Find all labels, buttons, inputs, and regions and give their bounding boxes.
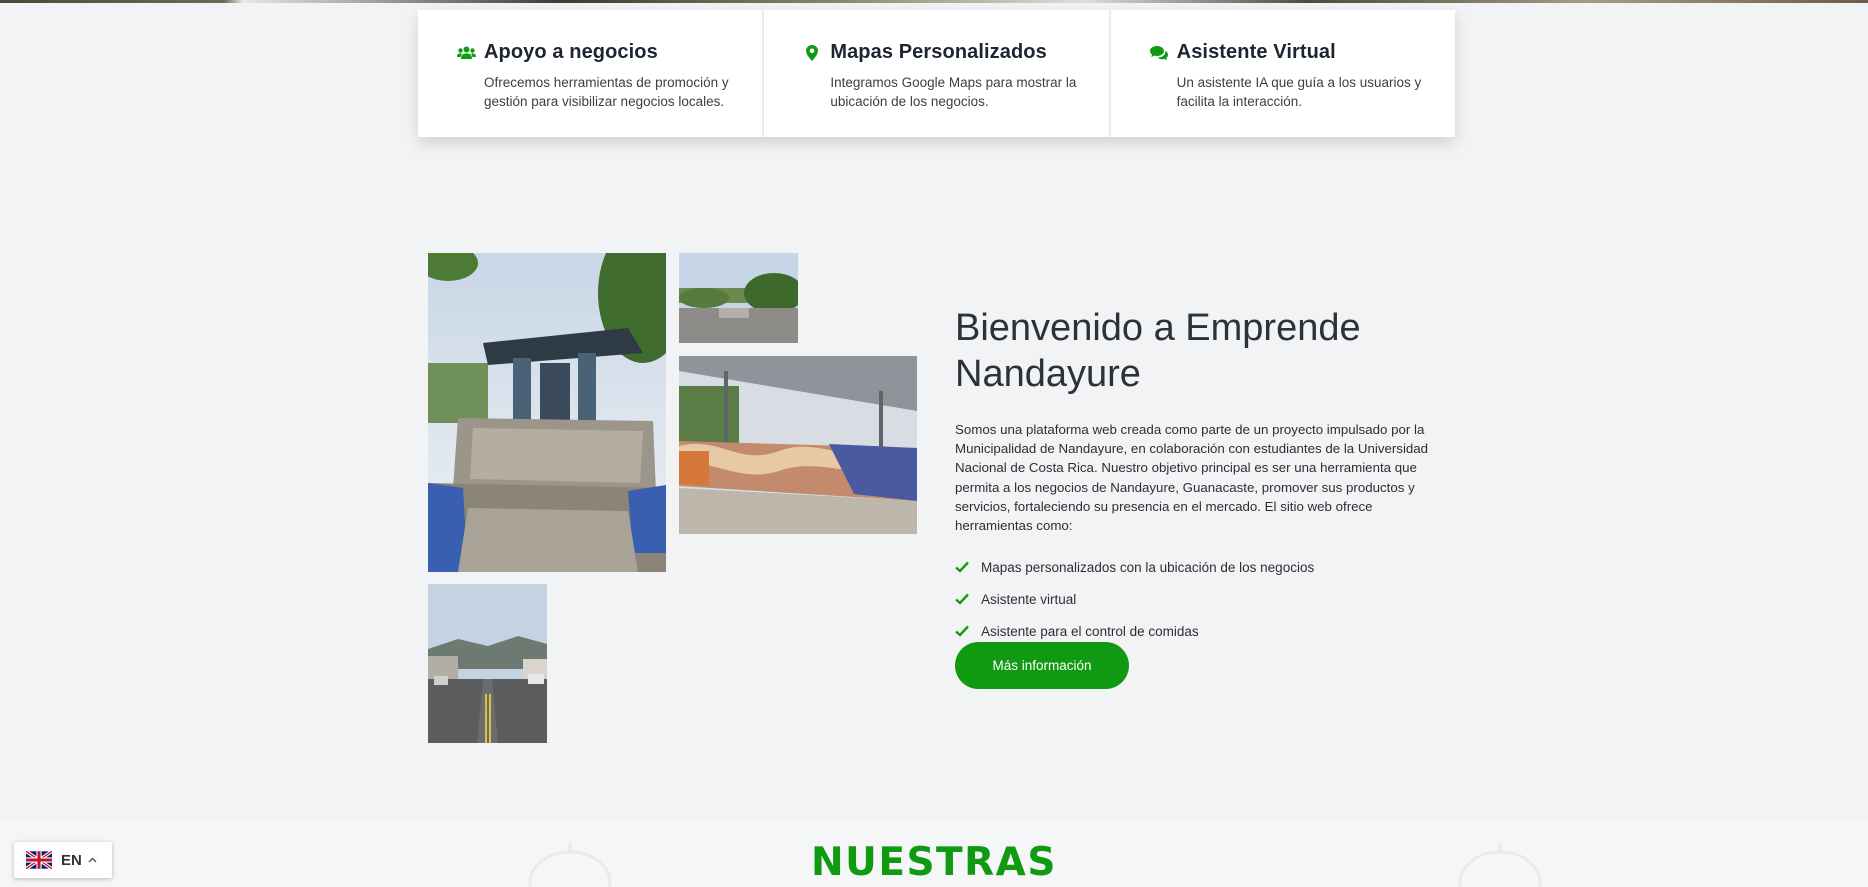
feature-title: Apoyo a negocios [484, 41, 658, 63]
more-info-button[interactable]: Más información [955, 642, 1129, 689]
services-section: NUESTRAS [0, 820, 1868, 887]
section-heading: NUESTRAS [811, 840, 1057, 885]
feature-card-maps: Mapas Personalizados Integramos Google M… [764, 10, 1109, 137]
chevron-up-icon [88, 857, 97, 863]
feature-text: Un asistente IA que guía a los usuarios … [1176, 75, 1422, 109]
welcome-title: Bienvenido a Emprende Nandayure [955, 307, 1361, 395]
language-code: EN [61, 851, 82, 869]
gallery-photo-mural [679, 356, 917, 534]
welcome-description: Somos una plataforma web creada como par… [955, 422, 1429, 534]
feature-card-business: Apoyo a negocios Ofrecemos herramientas … [418, 10, 763, 137]
feature-text: Ofrecemos herramientas de promoción y ge… [484, 75, 729, 109]
feature-card-assistant: Asistente Virtual Un asistente IA que gu… [1110, 10, 1455, 137]
feature-text: Integramos Google Maps para mostrar la u… [830, 75, 1077, 109]
uk-flag-icon [26, 851, 52, 869]
list-item-label: Asistente para el control de comidas [981, 623, 1199, 639]
map-marker-icon [802, 44, 822, 62]
gallery-photo-street [428, 584, 547, 743]
chat-icon [1149, 44, 1169, 62]
welcome-section: Bienvenido a Emprende Nandayure Somos un… [955, 305, 1445, 647]
hero-image-strip [0, 0, 1868, 3]
check-icon [955, 625, 969, 637]
list-item: Asistente virtual [955, 583, 1445, 615]
feature-checklist: Mapas personalizados con la ubicación de… [955, 551, 1445, 647]
list-item-label: Mapas personalizados con la ubicación de… [981, 559, 1315, 575]
feature-title: Mapas Personalizados [830, 41, 1047, 63]
features-bar: Apoyo a negocios Ofrecemos herramientas … [418, 10, 1455, 137]
gallery-photo-plaza [679, 253, 798, 343]
list-item: Mapas personalizados con la ubicación de… [955, 551, 1445, 583]
feature-title: Asistente Virtual [1176, 41, 1336, 63]
language-selector[interactable]: EN [14, 842, 112, 878]
list-item-label: Asistente virtual [981, 591, 1077, 607]
users-icon [456, 44, 476, 62]
check-icon [955, 593, 969, 605]
gallery-photo-monument [428, 253, 666, 572]
check-icon [955, 561, 969, 573]
